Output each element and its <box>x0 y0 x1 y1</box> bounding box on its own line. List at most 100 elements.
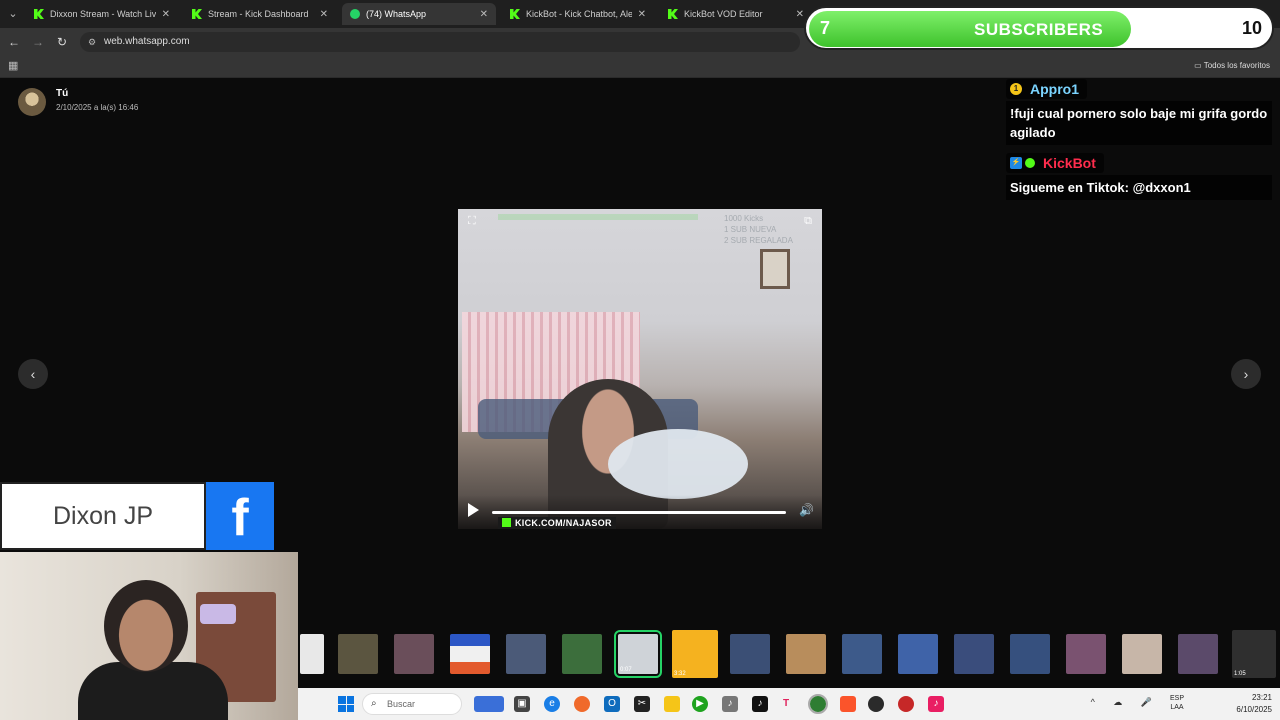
capcut-icon[interactable]: ✂ <box>634 696 650 712</box>
sub-badge-icon: 1 <box>1010 83 1022 95</box>
tiktok-live-icon[interactable]: ♪ <box>928 696 944 712</box>
record-app-icon[interactable] <box>898 696 914 712</box>
subscriber-current-count: 7 <box>820 18 831 38</box>
file-explorer-icon[interactable] <box>664 696 680 712</box>
media-thumbnail[interactable] <box>394 634 434 674</box>
clock-date: 6/10/2025 <box>1236 705 1272 714</box>
close-icon[interactable]: ✕ <box>320 9 328 20</box>
back-arrow-icon[interactable]: ← <box>6 34 22 50</box>
stream-chat-overlay: 1 Appro1 !fuji cual pornero solo baje mi… <box>1006 78 1272 206</box>
tab-whatsapp[interactable]: (74) WhatsApp ✕ <box>342 3 496 25</box>
apps-grid-icon[interactable]: ▦ <box>8 60 20 72</box>
text-app-icon[interactable]: T <box>778 696 794 712</box>
picture-in-picture-icon[interactable]: ⧉ <box>804 215 812 228</box>
chat-username: KickBot <box>1043 155 1096 171</box>
close-icon[interactable]: ✕ <box>796 9 804 20</box>
taskbar-search[interactable]: ⌕ Buscar <box>362 693 462 715</box>
media-thumbnail[interactable] <box>1010 634 1050 674</box>
chat-message-text: Sigueme en Tiktok: @dxxon1 <box>1006 175 1272 200</box>
close-icon[interactable]: ✕ <box>480 9 488 20</box>
facebook-icon: f <box>206 482 274 550</box>
widgets-icon[interactable] <box>474 696 504 712</box>
reload-icon[interactable]: ↻ <box>54 34 70 50</box>
edge-browser-icon[interactable]: e <box>544 696 560 712</box>
next-media-button[interactable]: › <box>1231 359 1261 389</box>
streamer-name: Dixon JP <box>0 482 206 550</box>
tab-kickbot-vod-editor[interactable]: KickBot VOD Editor ✕ <box>660 3 812 25</box>
kick-icon <box>502 518 511 527</box>
bookmarks-bar: ▦ ▭ Todos los favoritos <box>0 56 1280 78</box>
url-text: web.whatsapp.com <box>104 36 190 47</box>
media-thumbnail[interactable]: 3:32 <box>672 630 718 678</box>
previous-media-button[interactable]: ‹ <box>18 359 48 389</box>
media-thumbnail[interactable] <box>1178 634 1218 674</box>
media-thumbnail[interactable] <box>300 634 324 674</box>
play-icon[interactable] <box>468 503 479 517</box>
subscriber-goal-widget: 7 SUBSCRIBERS 10 <box>804 6 1274 50</box>
subscriber-goal-label: SUBSCRIBERS <box>974 20 1104 39</box>
close-icon[interactable]: ✕ <box>638 9 646 20</box>
tab-dixxon-stream[interactable]: Dixxon Stream - Watch Live on ✕ <box>26 3 178 25</box>
tab-kick-dashboard[interactable]: Stream - Kick Dashboard ✕ <box>184 3 336 25</box>
tab-search-menu-icon[interactable]: ⌄ <box>4 5 22 23</box>
clock[interactable]: 23:21 6/10/2025 <box>1236 692 1272 716</box>
sender-name: Tú <box>56 88 69 99</box>
media-thumbnail[interactable] <box>338 634 378 674</box>
media-thumbnail-selected[interactable]: 0:07 <box>614 630 662 678</box>
overlay-line: 2 SUB REGALADA <box>724 236 793 245</box>
chat-message: ⚡ KickBot Sigueme en Tiktok: @dxxon1 <box>1006 151 1272 200</box>
media-thumbnail[interactable] <box>1122 634 1162 674</box>
avatar[interactable] <box>18 88 46 116</box>
media-thumbnail[interactable]: 1:05 <box>1232 630 1276 678</box>
video-watermark: KICK.COM/NAJASOR <box>498 517 616 529</box>
webcam-person-head <box>104 580 188 672</box>
windows-start-icon[interactable] <box>338 696 354 712</box>
all-bookmarks-folder[interactable]: ▭ Todos los favoritos <box>1194 61 1270 70</box>
media-thumbnail[interactable] <box>842 634 882 674</box>
tab-label: Dixxon Stream - Watch Live on <box>50 9 156 19</box>
media-thumbnail[interactable] <box>730 634 770 674</box>
video-overlay-text: 1000 Kicks 1 SUB NUEVA 2 SUB REGALADA <box>724 213 793 246</box>
media-thumbnail[interactable] <box>450 634 490 674</box>
system-tray-icons[interactable]: ^ ☁ 🎤 <box>1091 697 1160 708</box>
sender-timestamp: 2/10/2025 a la(s) 16:46 <box>56 103 139 112</box>
tab-kickbot[interactable]: KickBot - Kick Chatbot, Alerts, T ✕ <box>502 3 654 25</box>
media-thumbnail[interactable] <box>786 634 826 674</box>
media-thumbnail[interactable] <box>898 634 938 674</box>
media-thumbnail[interactable] <box>1066 634 1106 674</box>
chat-user-row: 1 Appro1 <box>1006 79 1087 99</box>
volume-icon[interactable]: 🔊 <box>799 503 814 517</box>
chrome-icon[interactable] <box>808 694 828 714</box>
media-thumbnail[interactable] <box>562 634 602 674</box>
obs-icon[interactable] <box>868 696 884 712</box>
chat-user-row: ⚡ KickBot <box>1006 153 1104 173</box>
media-thumbnail[interactable] <box>506 634 546 674</box>
video-player[interactable]: 1000 Kicks 1 SUB NUEVA 2 SUB REGALADA ⛶ … <box>458 209 822 529</box>
fullscreen-icon[interactable]: ⛶ <box>468 215 476 228</box>
url-field[interactable]: ⚙ web.whatsapp.com <box>80 32 800 52</box>
brave-icon[interactable] <box>840 696 856 712</box>
video-progress-bar[interactable] <box>492 511 786 514</box>
video-controls: 🔊 KICK.COM/NAJASOR <box>458 495 822 529</box>
media-player-icon[interactable]: ▶ <box>692 696 708 712</box>
search-icon: ⌕ <box>371 698 377 709</box>
tab-label: (74) WhatsApp <box>366 9 427 19</box>
tiktok-icon[interactable]: ♪ <box>752 696 768 712</box>
streamer-name-card: Dixon JP f <box>0 482 274 550</box>
video-duration: 1:05 <box>1234 671 1246 677</box>
media-thumbnail[interactable] <box>954 634 994 674</box>
watermark-text: KICK.COM/NAJASOR <box>515 518 612 528</box>
keyboard-language[interactable]: ESP LAA <box>1170 694 1184 712</box>
video-frame-picture <box>760 249 790 289</box>
outlook-icon[interactable]: O <box>604 696 620 712</box>
site-info-icon[interactable]: ⚙ <box>88 32 96 52</box>
music-app-icon[interactable]: ♪ <box>722 696 738 712</box>
forward-arrow-icon[interactable]: → <box>30 34 46 50</box>
tab-label: KickBot VOD Editor <box>684 9 763 19</box>
all-bookmarks-label: Todos los favoritos <box>1203 61 1270 70</box>
copilot-icon[interactable] <box>574 696 590 712</box>
close-icon[interactable]: ✕ <box>162 9 170 20</box>
clock-time: 23:21 <box>1251 693 1272 702</box>
kick-icon <box>192 9 202 19</box>
task-view-icon[interactable]: ▣ <box>514 696 530 712</box>
